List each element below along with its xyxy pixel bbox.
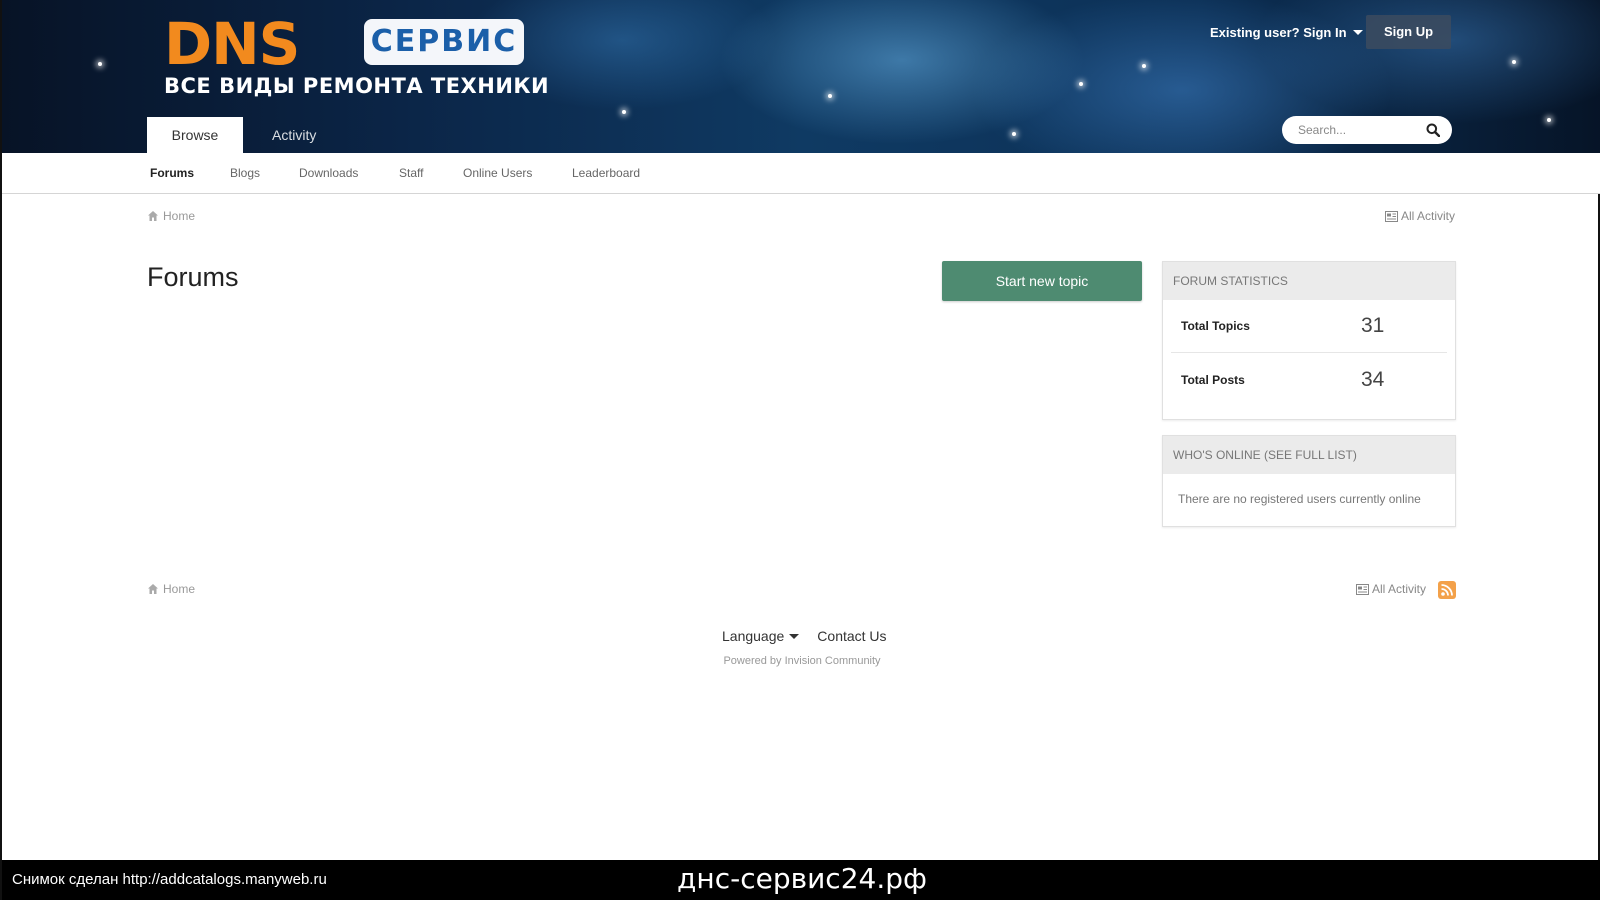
forum-statistics-widget: Forum Statistics Total Topics 31 Total P…	[1162, 261, 1456, 420]
whos-online-message: There are no registered users currently …	[1178, 492, 1421, 506]
sign-up-button[interactable]: Sign Up	[1366, 15, 1451, 49]
search-icon[interactable]	[1426, 123, 1440, 137]
page: DNS СЕРВИС ВСЕ ВИДЫ РЕМОНТА ТЕХНИКИ Exis…	[0, 0, 1600, 900]
subnav-item-forums[interactable]: Forums	[150, 153, 194, 193]
all-activity-label: All Activity	[1372, 582, 1427, 596]
stat-label: Total Topics	[1181, 319, 1250, 333]
activity-icon	[1356, 583, 1369, 595]
search-input[interactable]	[1298, 123, 1418, 137]
logo-badge: СЕРВИС	[364, 19, 524, 65]
whos-online-title[interactable]: Who's Online (See full list)	[1163, 436, 1455, 474]
caret-down-icon	[789, 633, 800, 639]
contact-us-link[interactable]: Contact Us	[817, 628, 886, 644]
stat-row-total-posts: Total Posts 34	[1171, 353, 1447, 406]
breadcrumb-home-top[interactable]: Home	[147, 209, 195, 223]
star-decoration	[1142, 64, 1146, 68]
logo-tagline: ВСЕ ВИДЫ РЕМОНТА ТЕХНИКИ	[164, 74, 550, 98]
stat-value: 34	[1361, 367, 1385, 391]
home-icon	[148, 211, 158, 221]
activity-icon	[1385, 210, 1398, 222]
star-decoration	[1012, 132, 1016, 136]
sub-navigation: Forums Blogs Downloads Staff Online User…	[2, 153, 1600, 194]
breadcrumb-home-bottom[interactable]: Home	[147, 582, 195, 596]
star-decoration	[828, 94, 832, 98]
footer-links: Language Contact Us	[722, 628, 887, 644]
subnav-item-downloads[interactable]: Downloads	[299, 153, 358, 193]
home-icon	[148, 584, 158, 594]
rss-icon[interactable]	[1438, 581, 1456, 599]
all-activity-link-top[interactable]: All Activity	[1385, 209, 1455, 223]
logo-brand: DNS	[164, 10, 300, 78]
sign-in-link[interactable]: Existing user? Sign In	[1210, 25, 1363, 40]
caret-down-icon	[1352, 30, 1363, 35]
start-new-topic-button[interactable]: Start new topic	[942, 261, 1142, 301]
all-activity-label: All Activity	[1401, 209, 1456, 223]
language-menu[interactable]: Language	[722, 628, 800, 644]
breadcrumb-home-label: Home	[163, 582, 196, 596]
site-header: DNS СЕРВИС ВСЕ ВИДЫ РЕМОНТА ТЕХНИКИ Exis…	[2, 0, 1600, 153]
stat-label: Total Posts	[1181, 372, 1245, 387]
subnav-item-blogs[interactable]: Blogs	[230, 153, 260, 193]
star-decoration	[1512, 60, 1516, 64]
star-decoration	[1079, 82, 1083, 86]
all-activity-link-bottom[interactable]: All Activity	[1356, 582, 1426, 596]
star-decoration	[98, 62, 102, 66]
subnav-item-leaderboard[interactable]: Leaderboard	[572, 153, 640, 193]
stat-row-total-topics: Total Topics 31	[1171, 300, 1447, 353]
subnav-item-online-users[interactable]: Online Users	[463, 153, 532, 193]
screenshot-caption-bar: Снимок сделан http://addcatalogs.manyweb…	[2, 860, 1600, 900]
page-title: Forums	[147, 262, 239, 292]
forum-statistics-title: Forum Statistics	[1163, 262, 1455, 300]
breadcrumb-home-label: Home	[163, 209, 196, 223]
search-box	[1282, 116, 1452, 144]
language-label: Language	[722, 628, 785, 644]
star-decoration	[1547, 118, 1551, 122]
powered-by[interactable]: Powered by Invision Community	[2, 655, 1600, 667]
stat-value: 31	[1361, 314, 1385, 337]
site-logo[interactable]: DNS СЕРВИС ВСЕ ВИДЫ РЕМОНТА ТЕХНИКИ	[164, 10, 549, 104]
rss-feed-icon	[1441, 584, 1453, 596]
tab-browse[interactable]: Browse	[147, 117, 243, 153]
whos-online-widget: Who's Online (See full list) There are n…	[1162, 435, 1456, 527]
sign-in-label: Existing user? Sign In	[1210, 25, 1347, 40]
tab-activity[interactable]: Activity	[272, 117, 316, 153]
site-domain: днс-сервис24.рф	[677, 862, 927, 895]
star-decoration	[622, 110, 626, 114]
subnav-item-staff[interactable]: Staff	[399, 153, 423, 193]
